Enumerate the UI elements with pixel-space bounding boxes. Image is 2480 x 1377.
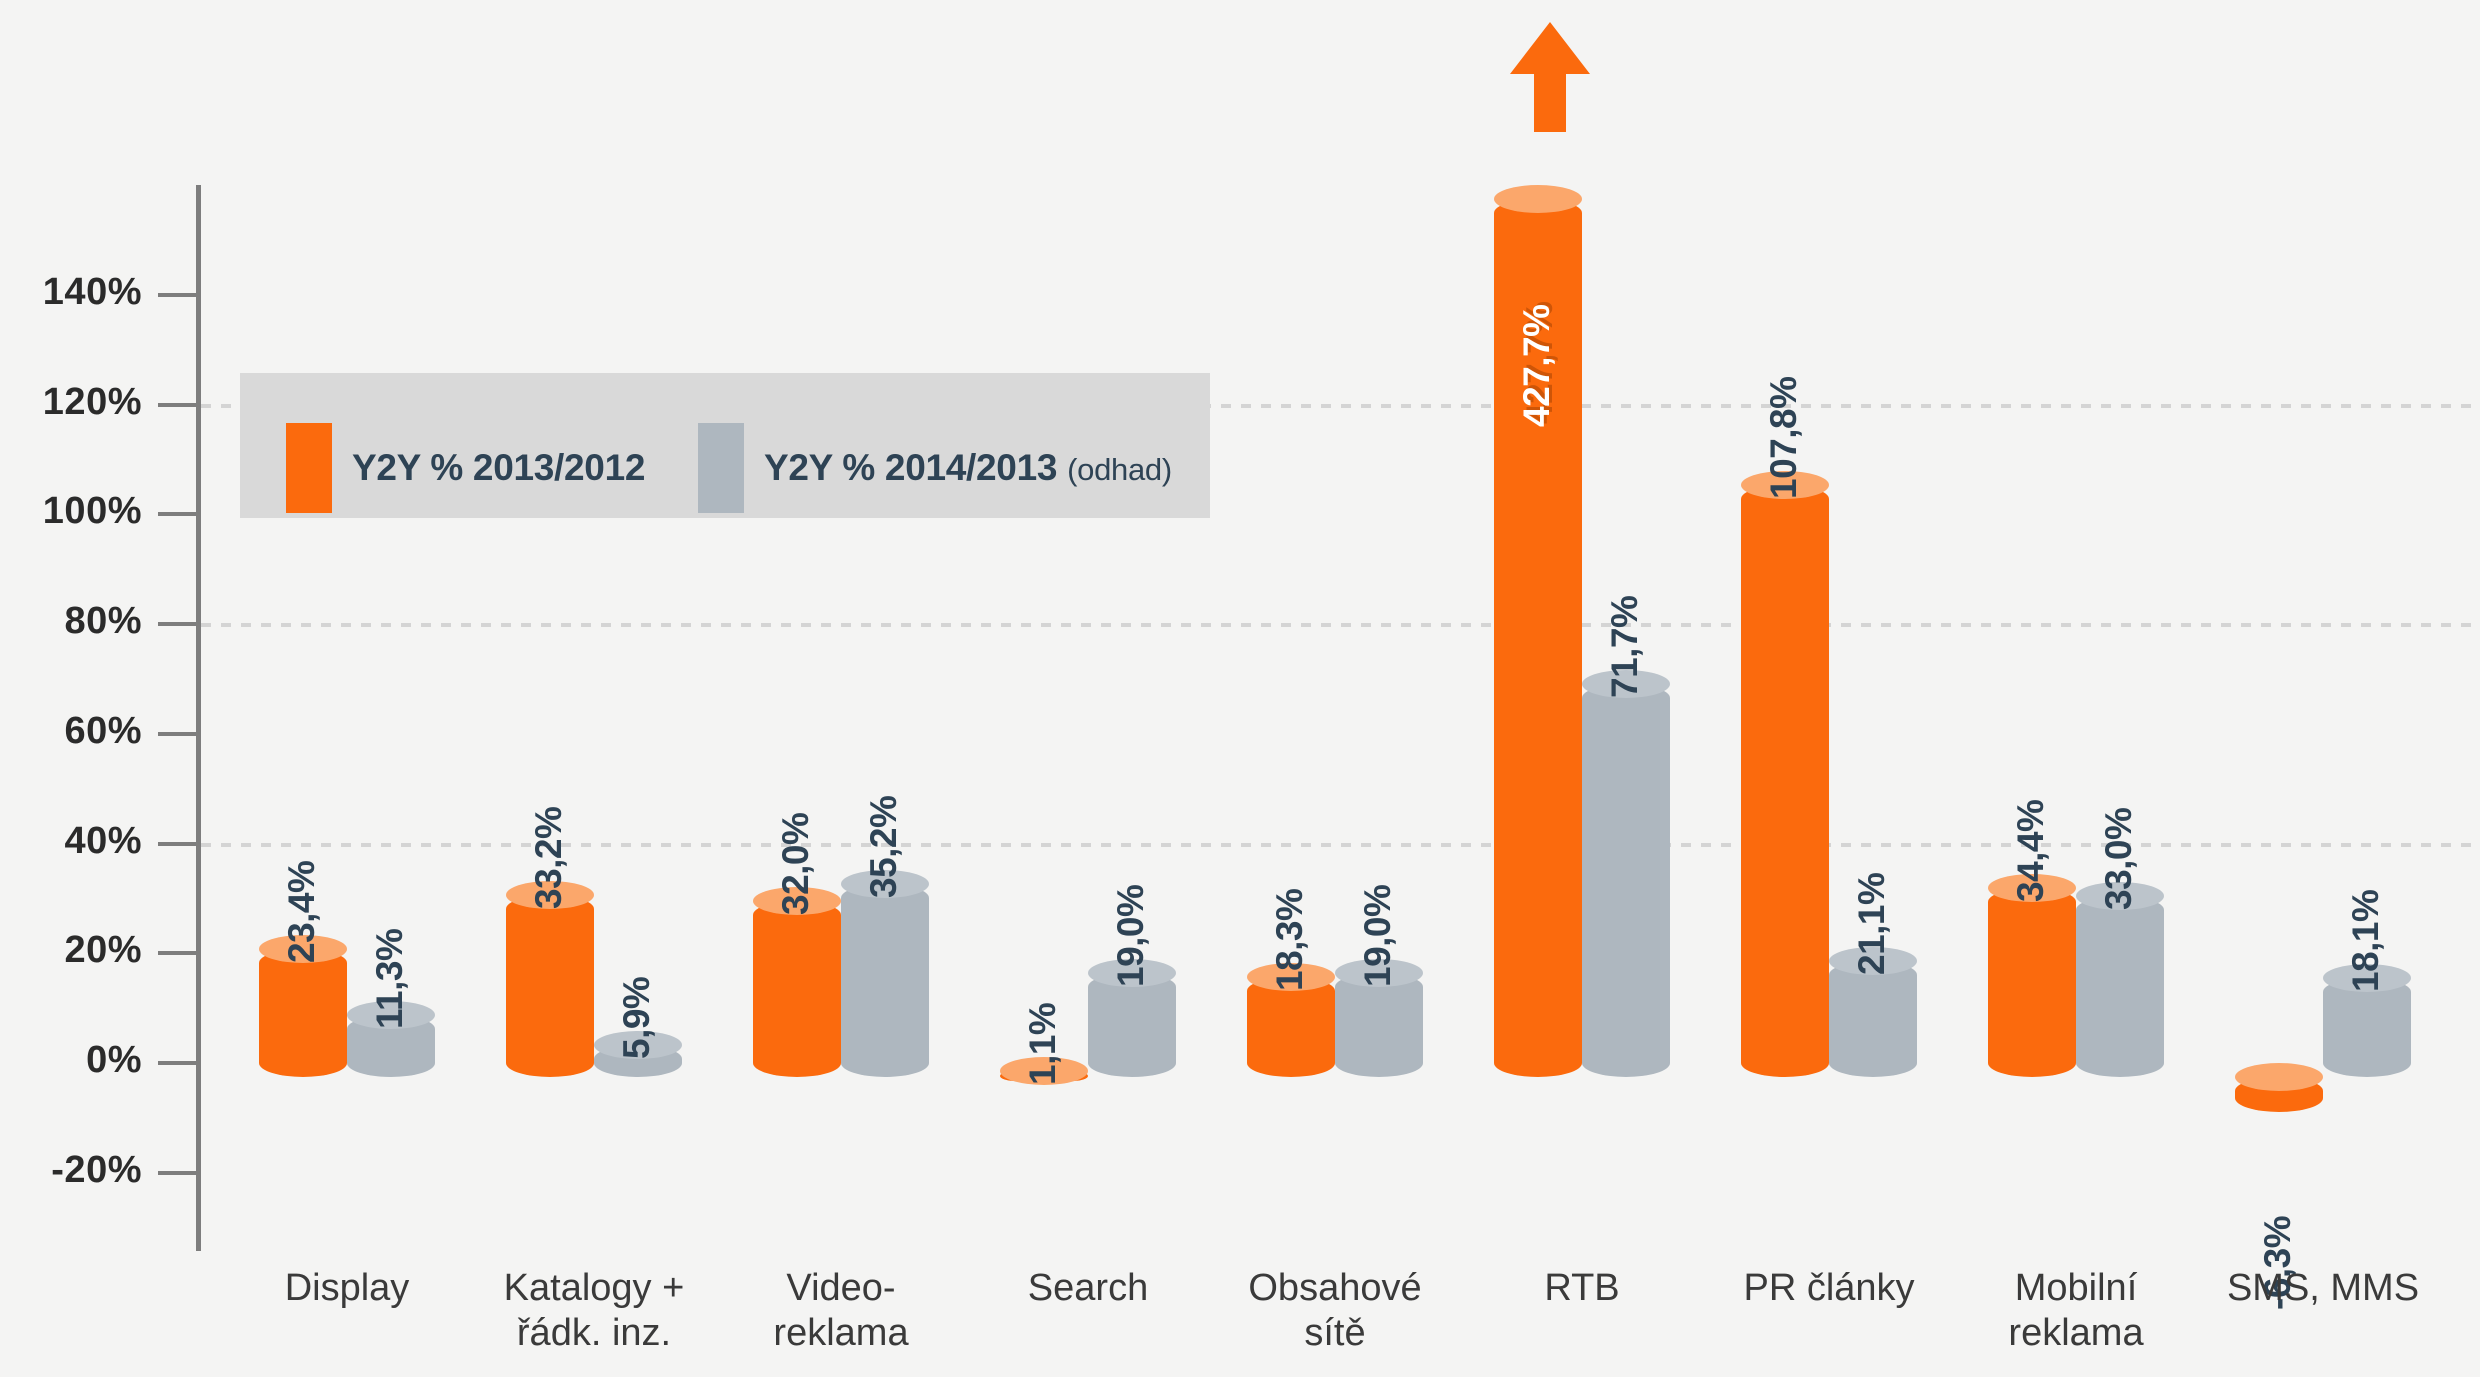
bar-series1 [1741,471,1829,1077]
bar-top-ellipse [1494,185,1582,213]
bar-body [1741,485,1829,1077]
y-axis-tick-label: 60% [64,709,142,752]
bar-body [753,901,841,1077]
legend-label-2013: Y2Y % 2013/2012 [352,447,646,488]
y-axis-tick [158,622,198,626]
bar-value-label: 23,4% [281,860,322,963]
bar-value-label: 18,3% [1269,888,1310,991]
bar-body [2076,895,2164,1077]
y-axis-tick-label: 0% [86,1039,142,1081]
bar-body [2323,977,2411,1077]
y-axis-tick [158,951,198,956]
y-axis-tick-label: 20% [64,929,142,972]
bar-value-label: 33,2% [528,806,569,909]
legend-swatch-orange [286,423,332,513]
bar-value-label: 21,1% [1851,872,1892,976]
bar-body [1247,976,1335,1077]
bar-top-ellipse [2235,1063,2323,1091]
y-axis-tick [158,1061,198,1065]
bar-value-label: 1,1% [1022,1002,1063,1085]
y-axis-tick [158,402,198,407]
bar-body [1829,961,1917,1077]
bar-value-label: 19,0% [1110,884,1151,987]
bar-value-label: 35,2% [863,795,904,898]
legend-label-2014-note: (odhad) [1067,452,1172,487]
y-axis-tick [158,292,198,297]
bar-value-label: 34,4% [2010,799,2051,903]
legend-swatch-gray [698,423,744,513]
bar-value-label: 5,9% [616,976,657,1059]
bar-value-label: 33,0% [2098,807,2139,910]
y-axis-tick [158,1170,198,1175]
bar-value-label: 427,7% [1516,304,1557,428]
bar-value-label: 11,3% [369,928,410,1029]
bar-series2 [841,869,929,1077]
legend-label-2014-main: Y2Y % 2014/2013 [764,447,1058,488]
bar-body [841,883,929,1077]
bar-series1 [2235,1063,2323,1112]
bar-value-label: 107,8% [1763,376,1804,500]
bar-body [1582,683,1670,1077]
y-axis-tick-label: 140% [42,270,142,313]
x-axis-category-label: SMS, MMS [2226,1267,2420,1309]
y-axis-tick [158,841,198,846]
legend-label-2014: Y2Y % 2014/2013 (odhad) [764,447,1172,489]
bar-series2 [1582,669,1670,1077]
y-axis-tick-label: 120% [42,380,142,423]
bar-value-label: 19,0% [1357,884,1398,987]
bar-body [259,948,347,1077]
bar-value-label: 71,7% [1604,595,1645,698]
bar-series1 [1988,874,2076,1077]
overflow-arrow-icon [1510,22,1590,74]
gridline-80 [201,623,2480,627]
bar-body [1335,972,1423,1077]
chart-canvas: 140% 120% 100% 80% 60% 40% 20% 0% -20% Y2Y % 201… [0,0,2480,1377]
y-axis-tick-label: -20% [51,1148,142,1191]
bar-value-label: 18,1% [2345,889,2386,992]
bar-body [1088,972,1176,1077]
y-axis-tick [158,512,198,517]
y-axis-tick-label: 80% [64,600,142,642]
legend-entry-2014: Y2Y % 2014/2013 (odhad) [698,423,1172,513]
y-axis-tick-label: 100% [42,490,142,533]
bar-body [506,894,594,1077]
y-axis-tick [158,731,198,736]
bar-value-label: 32,0% [775,812,816,916]
y-axis-tick-label: 40% [64,819,142,862]
legend: Y2Y % 2013/2012 Y2Y % 2014/2013 (odhad) [240,373,1210,518]
bar-body [1988,888,2076,1077]
overflow-arrow-shaft [1534,74,1566,132]
legend-entry-2013: Y2Y % 2013/2012 [286,423,645,513]
y-axis-line [196,185,201,1251]
